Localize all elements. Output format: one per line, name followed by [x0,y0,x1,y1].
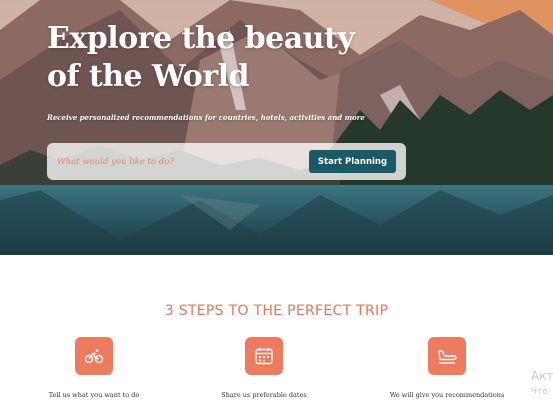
step-label: Share us preferable dates [221,391,307,399]
hero-subtitle: Receive personalized recommendations for… [47,113,365,122]
bicycle-icon [75,337,113,375]
search-input[interactable] [57,151,297,172]
search-bar: Start Planning [47,143,406,180]
step-label: Tell us what you want to do [48,391,140,399]
step-label: We will give you recommendations [389,391,505,399]
start-planning-button[interactable]: Start Planning [309,150,396,173]
hero-banner: Explore the beauty of the World Receive … [0,0,553,255]
activation-watermark-sub: Что [531,387,548,397]
calendar-icon [245,337,283,375]
steps-heading: 3 STEPS TO THE PERFECT TRIP [164,303,389,319]
step-item: Share us preferable dates [189,337,339,399]
hero-title: Explore the beauty of the World [47,21,355,94]
airplane-landing-icon [428,337,466,375]
step-item: We will give you recommendations [372,337,522,399]
activation-watermark: Акт [531,369,553,383]
step-item: Tell us what you want to do [19,337,169,399]
